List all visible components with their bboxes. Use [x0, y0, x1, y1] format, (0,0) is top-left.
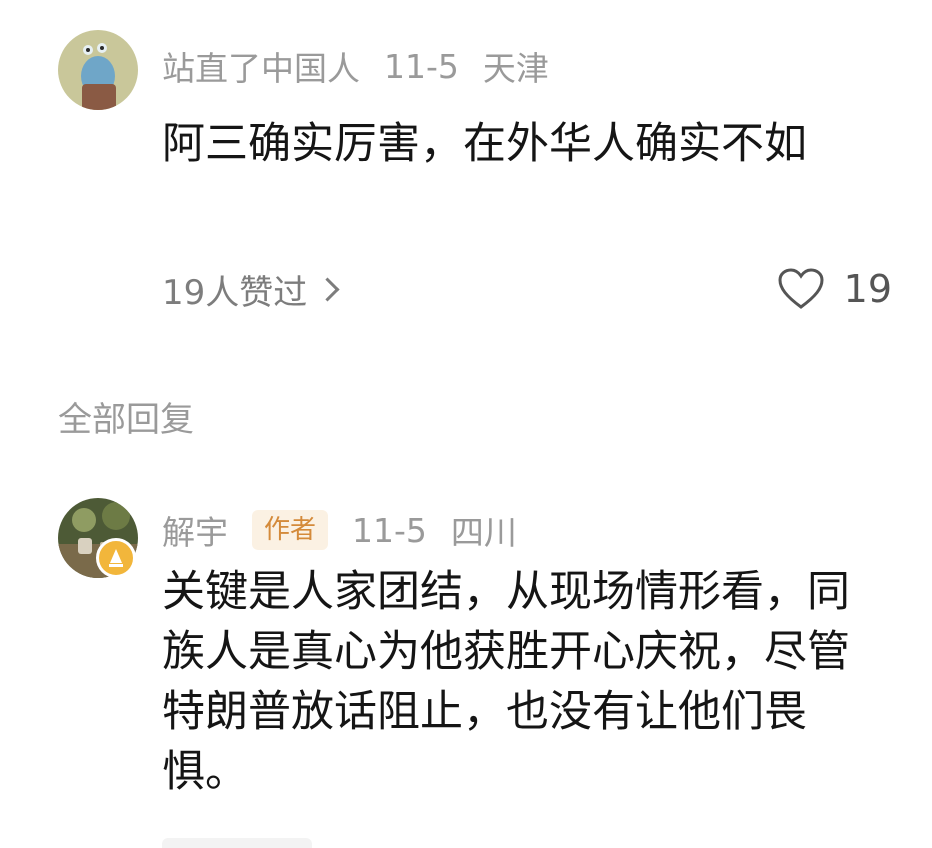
next-item-edge — [162, 838, 312, 848]
like-count: 19 — [843, 267, 892, 311]
comment-meta: 站直了中国人 11-5 天津 — [162, 42, 573, 90]
likes-summary: 19人赞过 — [162, 272, 308, 313]
reply-location: 四川 — [450, 513, 517, 552]
level-badge-glyph — [109, 549, 123, 567]
chevron-right-icon — [315, 276, 340, 302]
comment-item: 站直了中国人 11-5 天津 阿三确实厉害，在外华人确实不如 19人赞过 19 — [58, 30, 892, 330]
heart-icon — [778, 268, 824, 309]
reply-item: 解宇 作者 11-5 四川 关键是人家团结，从现场情形看，同族人是真心为他获胜开… — [58, 498, 892, 838]
author-badge: 作者 — [252, 509, 329, 551]
username[interactable]: 站直了中国人 — [162, 42, 360, 90]
comment-actions: 19人赞过 19 — [162, 264, 892, 314]
reply-date: 11-5 — [352, 510, 427, 550]
all-replies-title: 全部回复 — [58, 400, 194, 440]
username[interactable]: 解宇 — [162, 506, 228, 554]
avatar[interactable] — [58, 498, 138, 578]
reply-meta: 解宇 作者 11-5 四川 — [162, 506, 541, 554]
like-button[interactable]: 19 — [778, 267, 892, 311]
avatar[interactable] — [58, 30, 138, 110]
comment-text[interactable]: 阿三确实厉害，在外华人确实不如 — [162, 114, 892, 174]
avatar-image — [58, 30, 138, 110]
comment-date: 11-5 — [384, 46, 459, 86]
level-badge-icon — [96, 538, 136, 578]
comment-location: 天津 — [482, 49, 549, 88]
likes-list-link[interactable]: 19人赞过 — [162, 265, 340, 314]
reply-text[interactable]: 关键是人家团结，从现场情形看，同族人是真心为他获胜开心庆祝，尽管特朗普放话阻止，… — [162, 562, 892, 802]
